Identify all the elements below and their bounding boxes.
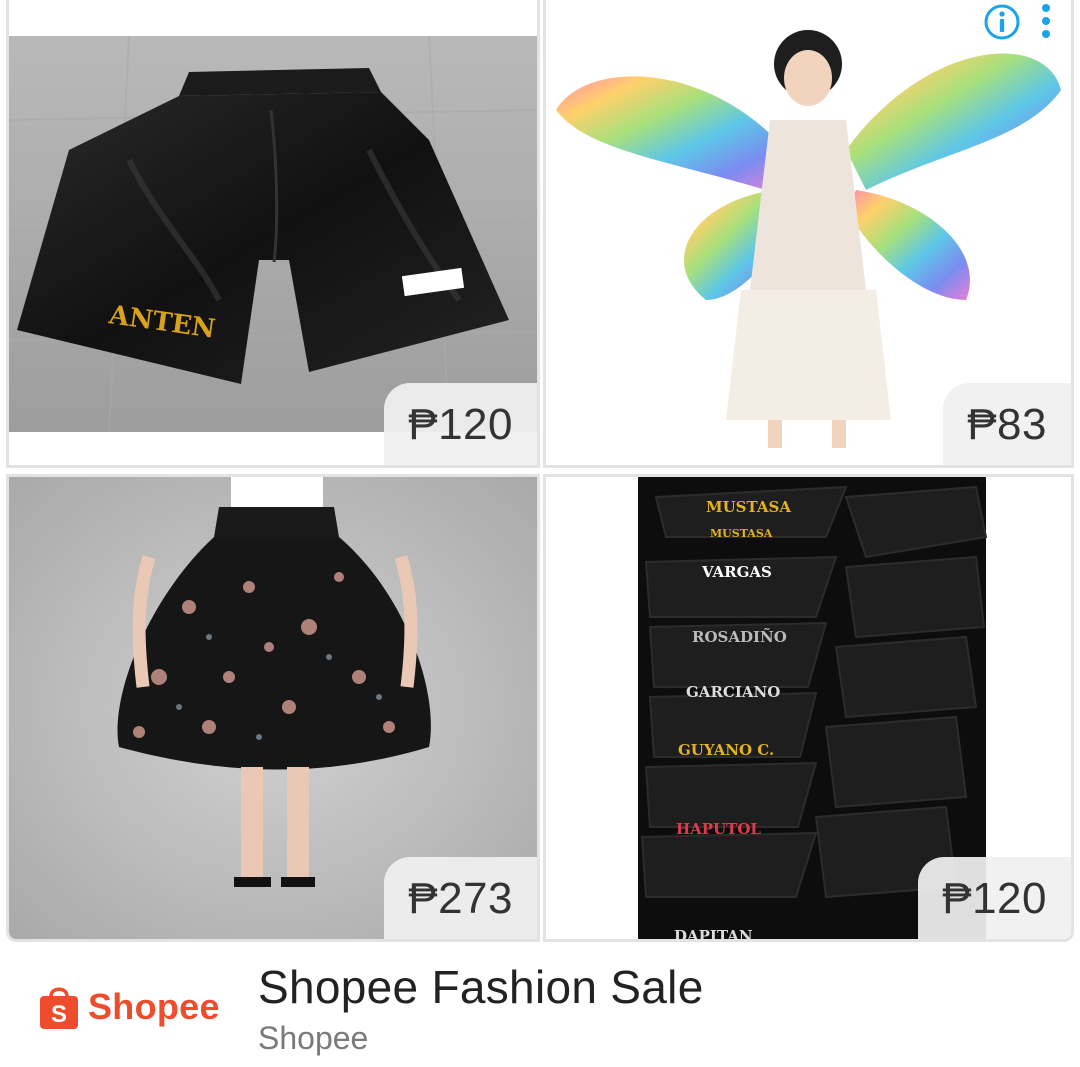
shopee-ad-card[interactable]: ANTEN ₱120 ₱83 ₱273 MUSTASA MUSTASA VARG… (0, 0, 1080, 1067)
info-icon[interactable] (983, 3, 1021, 41)
name-label: DAPITAN (674, 927, 753, 939)
product-grid: ANTEN ₱120 ₱83 ₱273 MUSTASA MUSTASA VARG… (6, 0, 1074, 942)
ad-footer[interactable]: S Shopee Shopee Fashion Sale Shopee (0, 942, 1080, 1067)
product-tile-skirt[interactable]: ₱273 (6, 474, 540, 942)
advertiser-name: Shopee (258, 1020, 369, 1056)
more-vert-icon[interactable] (1039, 2, 1053, 40)
name-label: MUSTASA (706, 498, 791, 516)
price-badge: ₱273 (384, 857, 537, 939)
name-label: ROSADIÑO (692, 627, 787, 646)
name-label: HAPUTOL (676, 820, 761, 838)
logo-letter: S (51, 1001, 67, 1028)
name-label: VARGAS (701, 563, 772, 581)
ad-headline[interactable]: Shopee Fashion Sale (258, 960, 704, 1014)
adchoices-area (977, 0, 1071, 42)
name-label: GARCIANO (686, 683, 780, 701)
price-badge: ₱120 (384, 383, 537, 465)
shopping-bag-icon: S (40, 987, 78, 1029)
shopee-logo[interactable]: S Shopee (38, 984, 220, 1030)
name-label: MUSTASA (710, 527, 773, 540)
price-badge: ₱120 (918, 857, 1071, 939)
product-tile-shorts-stack[interactable]: MUSTASA MUSTASA VARGAS ROSADIÑO GARCIANO… (543, 474, 1074, 942)
product-tile-wings[interactable]: ₱83 (543, 0, 1074, 468)
product-tile-shorts[interactable]: ANTEN ₱120 (6, 0, 540, 468)
logo-wordmark: Shopee (88, 986, 220, 1027)
price-badge: ₱83 (943, 383, 1071, 465)
name-label: GUYANO C. (678, 741, 774, 759)
